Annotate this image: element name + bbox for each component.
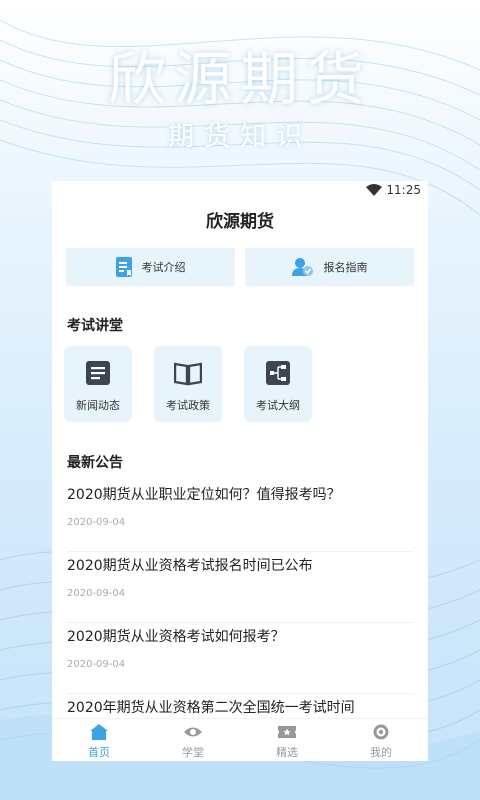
open-book-icon bbox=[174, 362, 202, 386]
tab-home[interactable]: 首页 bbox=[52, 719, 146, 761]
app-title: 欣源期货 bbox=[206, 212, 274, 232]
phone-screen: 11:25 欣源期货 考试介绍 报名指南 考试讲堂 新闻动态 考试政策 考试大纲… bbox=[52, 181, 428, 761]
news-item-date: 2020-09-04 bbox=[67, 659, 126, 670]
news-list-icon bbox=[86, 361, 110, 385]
document-icon bbox=[115, 257, 132, 277]
lecture-card-news-label: 新闻动态 bbox=[76, 399, 120, 412]
profile-ring-icon bbox=[373, 724, 389, 740]
lecture-card-outline-label: 考试大纲 bbox=[256, 399, 300, 412]
news-item-date: 2020-09-04 bbox=[67, 517, 126, 528]
tab-profile[interactable]: 我的 bbox=[334, 719, 428, 761]
ticket-star-icon bbox=[278, 726, 296, 738]
news-item-date: 2020-09-04 bbox=[67, 588, 126, 599]
news-item[interactable]: 2020期货从业职业定位如何？值得报考吗？ 2020-09-04 bbox=[67, 481, 414, 552]
exam-intro-button[interactable]: 考试介绍 bbox=[66, 248, 235, 286]
news-item-title: 2020年期货从业资格第二次全国统一考试时间 bbox=[67, 700, 355, 716]
status-bar: 11:25 bbox=[52, 181, 428, 201]
news-item[interactable]: 2020期货从业资格考试报名时间已公布 2020-09-04 bbox=[67, 552, 414, 623]
news-item-title: 2020期货从业资格考试报名时间已公布 bbox=[67, 558, 313, 574]
lecture-card-policy-label: 考试政策 bbox=[166, 399, 210, 412]
tab-profile-label: 我的 bbox=[370, 746, 392, 759]
lecture-card-policy[interactable]: 考试政策 bbox=[154, 346, 222, 422]
lecture-card-outline[interactable]: 考试大纲 bbox=[244, 346, 312, 422]
news-item-title: 2020期货从业资格考试如何报考？ bbox=[67, 629, 285, 645]
news-item[interactable]: 2020期货从业资格考试如何报考？ 2020-09-04 bbox=[67, 623, 414, 694]
status-time: 11:25 bbox=[386, 183, 421, 197]
user-check-icon bbox=[291, 258, 313, 276]
tab-featured-label: 精选 bbox=[276, 746, 298, 759]
lecture-section-title: 考试讲堂 bbox=[67, 318, 123, 334]
bottom-tab-bar: 首页 学堂 精选 我的 bbox=[52, 718, 428, 761]
hero-title: 欣源期货 bbox=[107, 45, 372, 113]
registration-guide-label: 报名指南 bbox=[323, 261, 368, 274]
news-section-title: 最新公告 bbox=[67, 455, 123, 471]
wifi-icon bbox=[366, 184, 382, 196]
home-icon bbox=[90, 724, 108, 740]
hero-subtitle: 期货知识 bbox=[167, 122, 312, 152]
registration-guide-button[interactable]: 报名指南 bbox=[245, 248, 414, 286]
tab-featured[interactable]: 精选 bbox=[240, 719, 334, 761]
lecture-card-news[interactable]: 新闻动态 bbox=[64, 346, 132, 422]
tab-school[interactable]: 学堂 bbox=[146, 719, 240, 761]
tab-home-label: 首页 bbox=[88, 746, 110, 759]
news-item-title: 2020期货从业职业定位如何？值得报考吗？ bbox=[67, 487, 341, 503]
exam-intro-label: 考试介绍 bbox=[141, 261, 186, 274]
outline-tree-icon bbox=[266, 361, 290, 385]
tab-school-label: 学堂 bbox=[182, 746, 204, 759]
eye-icon bbox=[184, 727, 202, 737]
